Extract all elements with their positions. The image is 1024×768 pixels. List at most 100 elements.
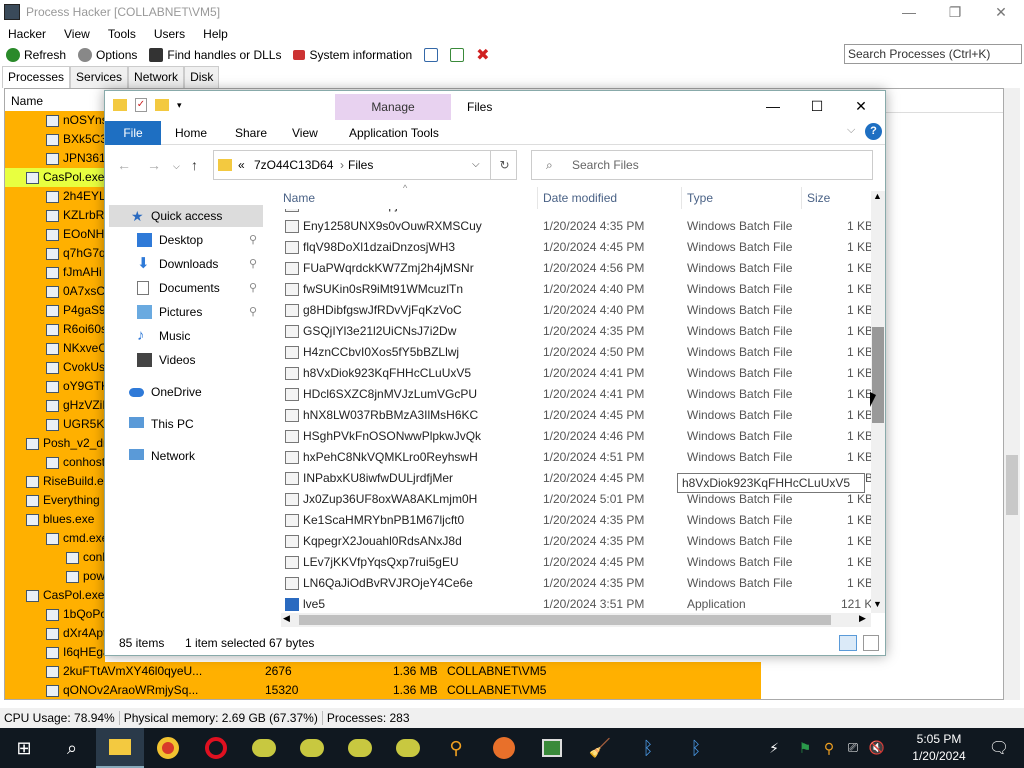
nav-onedrive[interactable]: OneDrive: [129, 381, 261, 403]
nav-pictures[interactable]: Pictures ⚲: [137, 301, 261, 323]
ribbon-tab-view[interactable]: View: [292, 121, 318, 145]
search-icon[interactable]: ⌕: [48, 728, 96, 768]
nav-desktop[interactable]: Desktop ⚲: [137, 229, 261, 251]
pin-icon[interactable]: ⚲: [249, 229, 257, 251]
back-arrow-icon[interactable]: ←: [117, 157, 131, 173]
ex-vertical-scroll-thumb[interactable]: [872, 327, 884, 423]
firefox-icon[interactable]: [480, 728, 528, 768]
search-files-input[interactable]: ⌕ Search Files: [531, 150, 873, 180]
scroll-down-icon[interactable]: ▼: [873, 599, 882, 609]
file-row[interactable]: hNX8LW037RbBMzA3IlMsH6KC 1/20/2024 4:45 P…: [281, 405, 873, 426]
forward-arrow-icon[interactable]: →: [147, 157, 161, 173]
refresh-icon[interactable]: ↻: [490, 151, 518, 179]
system-information-button[interactable]: System information: [291, 48, 418, 62]
column-divider[interactable]: [801, 187, 802, 209]
close-icon[interactable]: ✕: [978, 0, 1024, 24]
volume-muted-icon[interactable]: 🔇: [866, 728, 888, 768]
process-row[interactable]: JPN361I: [5, 149, 105, 168]
process-row[interactable]: qONOv2AraoWRmjySq... 15320 1.36 MB COLLABNE…: [5, 681, 761, 699]
process-row[interactable]: powe: [5, 567, 105, 586]
process-row[interactable]: BXk5C3: [5, 130, 105, 149]
process-row[interactable]: CasPol.exe: [5, 586, 105, 605]
ribbon-tab-file[interactable]: File: [105, 121, 161, 145]
restore-icon[interactable]: ❐: [932, 0, 978, 24]
ribbon-expand-icon[interactable]: ⌵: [847, 124, 855, 137]
process-row[interactable]: Everything: [5, 491, 105, 510]
file-row[interactable]: HDcl6SXZC8jnMVJzLumVGcPU 1/20/2024 4:41 P…: [281, 384, 873, 405]
ex-maximize-icon[interactable]: ☐: [797, 95, 837, 117]
recent-locations-icon[interactable]: ⌵: [173, 161, 180, 172]
tab-processes[interactable]: Processes: [2, 66, 71, 88]
ph-scroll-thumb[interactable]: [1006, 455, 1018, 515]
app-green-disc-icon[interactable]: [288, 728, 336, 768]
process-row[interactable]: 2h4EYL: [5, 187, 105, 206]
app-green-disc-icon[interactable]: [240, 728, 288, 768]
file-row[interactable]: g8HDibfgswJfRDvVjFqKzVoC 1/20/2024 4:40 P…: [281, 300, 873, 321]
details-view-icon[interactable]: [839, 635, 857, 651]
process-row[interactable]: oY9GTK: [5, 377, 105, 396]
pin-icon[interactable]: ⚲: [249, 253, 257, 275]
process-row[interactable]: NKxveC: [5, 339, 105, 358]
process-row[interactable]: conhost: [5, 453, 105, 472]
tray-network-icon[interactable]: ⎚: [842, 728, 864, 768]
file-row[interactable]: fwSUKin0sR9iMt91WMcuzlTn 1/20/2024 4:40 P…: [281, 279, 873, 300]
folder-icon[interactable]: [113, 99, 127, 111]
process-row[interactable]: UGR5Ko: [5, 415, 105, 434]
ex-minimize-icon[interactable]: —: [753, 95, 793, 117]
network-disconnected-icon[interactable]: ⚡: [756, 728, 792, 768]
nav-network[interactable]: Network: [129, 445, 261, 467]
system-monitor-icon[interactable]: [528, 728, 576, 768]
app-green-disc-icon[interactable]: [336, 728, 384, 768]
tab-services[interactable]: Services: [70, 66, 129, 88]
taskbar-clock[interactable]: 5:05 PM 1/20/2024: [906, 731, 972, 765]
process-row[interactable]: dXr4Apt: [5, 624, 105, 643]
file-row[interactable]: Ke1ScaHMRYbnPB1M67ljcft0 1/20/2024 4:35 P…: [281, 510, 873, 531]
menu-view[interactable]: View: [64, 27, 90, 41]
process-row[interactable]: gHzVZiF: [5, 396, 105, 415]
nav-downloads[interactable]: ⬇ Downloads ⚲: [137, 253, 261, 275]
file-row[interactable]: HSghPVkFnOSONwwPlpkwJvQk 1/20/2024 4:46 P…: [281, 426, 873, 447]
nav-videos[interactable]: Videos: [137, 349, 261, 371]
manage-contextual-tab[interactable]: Manage: [335, 94, 451, 120]
column-divider[interactable]: [681, 187, 682, 209]
chrome-icon[interactable]: [144, 728, 192, 768]
process-row[interactable]: RiseBuild.e: [5, 472, 105, 491]
column-header-size[interactable]: Size: [807, 191, 830, 205]
file-row[interactable]: flqV98DoXl1dzaiDnzosjWH3 1/20/2024 4:45 P…: [281, 237, 873, 258]
process-row[interactable]: q7hG7q: [5, 244, 105, 263]
file-row[interactable]: LEv7jKKVfpYqsQxp7rui5gEU 1/20/2024 4:45 P…: [281, 552, 873, 573]
address-dropdown-icon[interactable]: ⌵: [472, 151, 480, 179]
ex-close-icon[interactable]: ✕: [841, 95, 881, 117]
nav-quick-access[interactable]: ★ Quick access: [109, 205, 263, 227]
process-row[interactable]: fJmAHi: [5, 263, 105, 282]
column-header-type[interactable]: Type: [687, 191, 713, 205]
column-divider[interactable]: [537, 187, 538, 209]
terminate-button[interactable]: ✖: [474, 45, 495, 65]
breadcrumb-archive-folder[interactable]: 7zO44C13D64: [254, 151, 333, 179]
process-row[interactable]: 0A7xsC: [5, 282, 105, 301]
breadcrumb-files[interactable]: Files: [348, 151, 373, 179]
scroll-right-icon[interactable]: ▶: [859, 613, 866, 624]
address-bar[interactable]: « 7zO44C13D64 › Files ⌵ ↻: [213, 150, 517, 180]
file-row[interactable]: GSQjIYl3e21l2UiCNsJ7i2Dw 1/20/2024 4:35 P…: [281, 321, 873, 342]
window-icon-button[interactable]: [422, 48, 444, 62]
ph-vertical-scrollbar[interactable]: [1004, 88, 1020, 700]
pin-icon[interactable]: ⚲: [249, 277, 257, 299]
file-row[interactable]: EhWM05I2oiDXpjiLCZDNGTX7 1/20/2024 4:45 P…: [281, 209, 873, 216]
process-row[interactable]: KZLrbR: [5, 206, 105, 225]
customize-qa-icon[interactable]: ▾: [177, 100, 182, 111]
scroll-left-icon[interactable]: ◀: [283, 613, 290, 624]
notification-icon[interactable]: 🗨: [978, 728, 1020, 768]
find-window-button[interactable]: [448, 48, 470, 62]
file-row[interactable]: lve5 1/20/2024 3:51 PM Application 121 KB: [281, 594, 873, 611]
ribbon-tab-application-tools[interactable]: Application Tools: [349, 121, 439, 145]
nav-documents[interactable]: Documents ⚲: [137, 277, 261, 299]
file-row[interactable]: Eny1258UNX9s0vOuwRXMSCuy 1/20/2024 4:35 P…: [281, 216, 873, 237]
tab-network[interactable]: Network: [128, 66, 185, 88]
process-row[interactable]: blues.exe: [5, 510, 105, 529]
up-arrow-icon[interactable]: ↑: [191, 157, 198, 173]
process-row[interactable]: nOSYns: [5, 111, 105, 130]
process-row[interactable]: conh: [5, 548, 105, 567]
ex-horizontal-scroll-thumb[interactable]: [299, 615, 831, 625]
properties-icon[interactable]: ✓: [135, 98, 147, 112]
